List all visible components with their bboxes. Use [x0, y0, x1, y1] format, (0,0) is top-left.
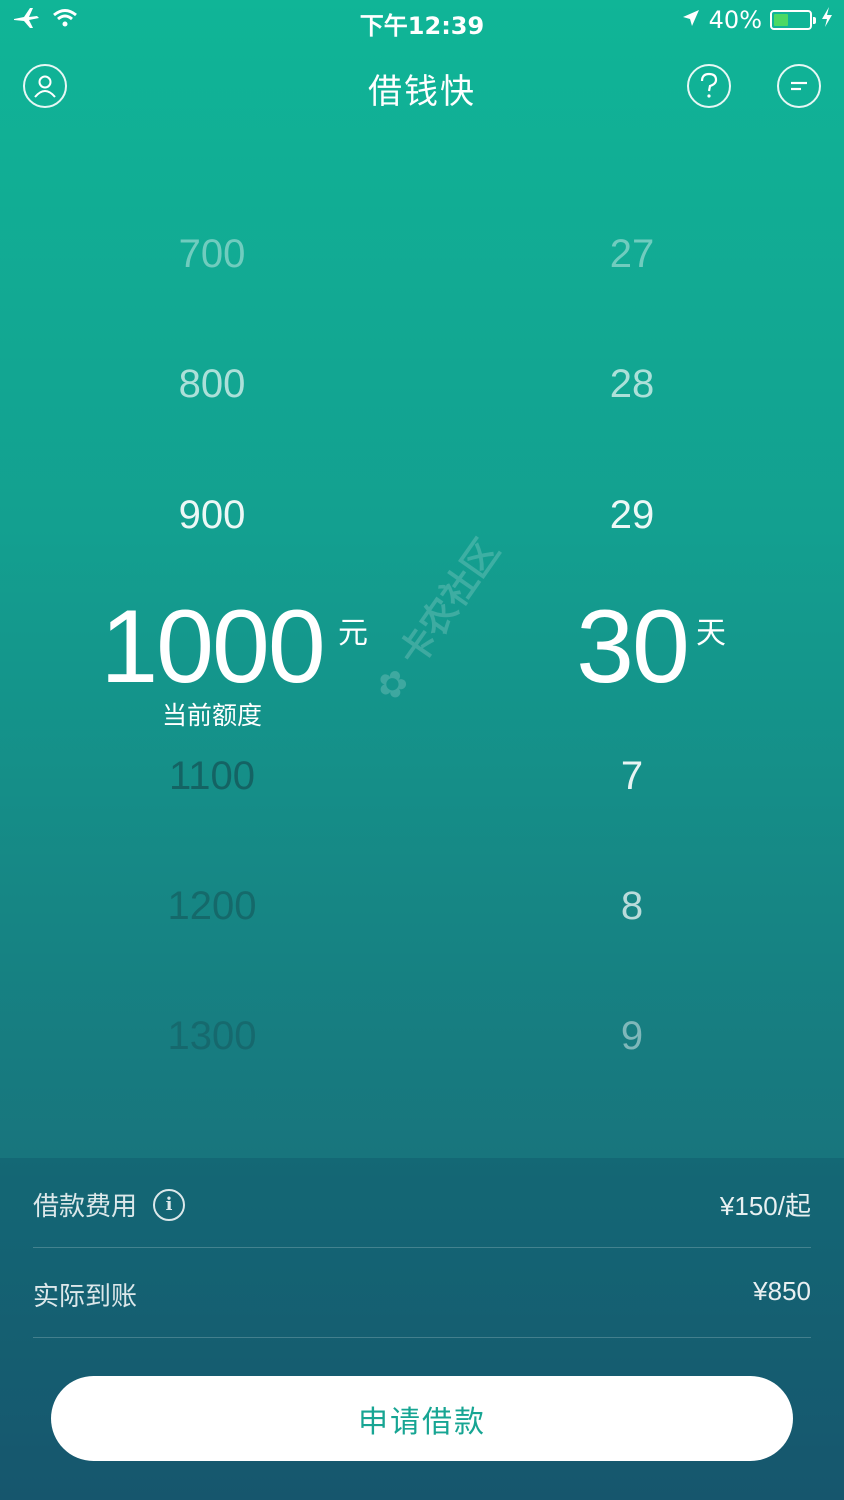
- amount-option[interactable]: 800: [62, 359, 362, 409]
- received-label: 实际到账: [33, 1282, 138, 1312]
- days-option[interactable]: 9: [482, 1011, 782, 1061]
- amount-picker[interactable]: 700 800 900 1000 元 当前额度 1100 1200 1300: [62, 0, 368, 1150]
- amount-option[interactable]: 1200: [62, 881, 362, 931]
- amount-option[interactable]: 700: [62, 229, 362, 279]
- fee-value: ¥150/起: [719, 1191, 811, 1221]
- amount-option[interactable]: 1300: [62, 1011, 362, 1061]
- amount-option[interactable]: 900: [62, 490, 362, 540]
- days-option[interactable]: 8: [482, 881, 782, 931]
- days-option[interactable]: 7: [482, 751, 782, 801]
- fee-label: 借款费用: [33, 1192, 138, 1222]
- days-option[interactable]: 28: [482, 359, 782, 409]
- info-icon[interactable]: i: [153, 1188, 186, 1221]
- days-unit: 天: [696, 616, 726, 651]
- fee-label-group: 借款费用 i: [33, 1186, 186, 1223]
- amount-selected: 1000: [62, 592, 362, 702]
- current-limit-label: 当前额度: [161, 701, 262, 730]
- apply-loan-button[interactable]: 申请借款: [51, 1376, 793, 1461]
- fee-row: 借款费用 i ¥150/起: [33, 1158, 811, 1248]
- days-picker[interactable]: 27 28 29 30 天 7 8 9: [482, 0, 782, 1150]
- watermark-logo-icon: ✿: [367, 660, 419, 709]
- charging-bolt-icon: [820, 6, 834, 34]
- message-icon: [791, 81, 807, 91]
- selected-amount: 1000: [100, 589, 325, 705]
- received-value: ¥850: [753, 1276, 811, 1306]
- days-option[interactable]: 29: [482, 490, 782, 540]
- amount-option[interactable]: 1100: [62, 751, 362, 801]
- message-button[interactable]: [777, 64, 821, 108]
- received-label-group: 实际到账: [33, 1276, 137, 1313]
- received-row: 实际到账 ¥850: [33, 1248, 811, 1338]
- days-selected: 30: [482, 592, 782, 702]
- selected-days: 30: [576, 589, 690, 705]
- amount-unit: 元: [338, 616, 368, 651]
- days-option[interactable]: 27: [482, 229, 782, 279]
